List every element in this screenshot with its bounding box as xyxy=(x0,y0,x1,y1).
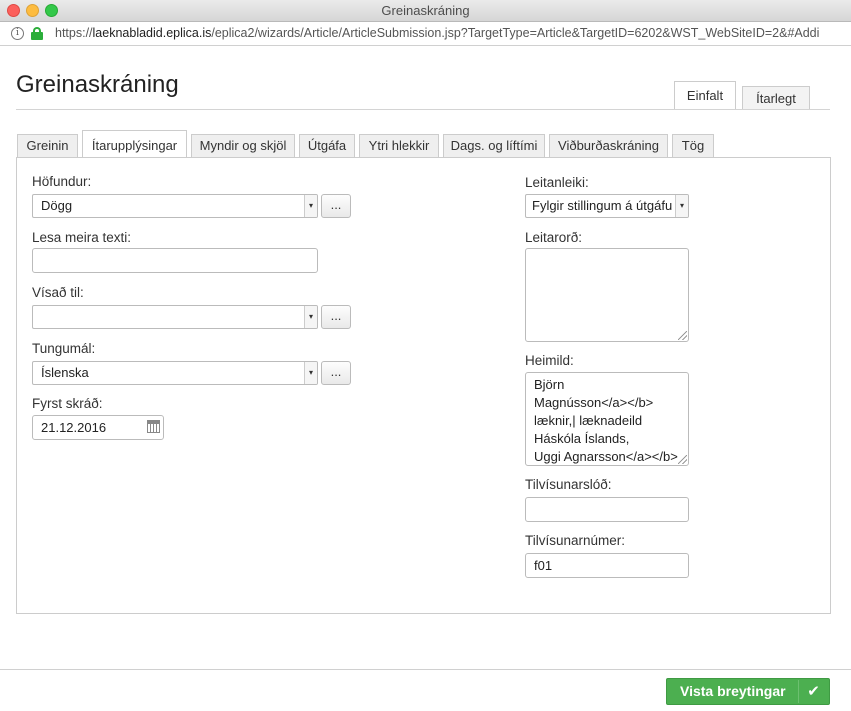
calendar-icon[interactable] xyxy=(147,420,160,433)
referred-to-label: Vísað til: xyxy=(32,285,84,300)
source-textarea[interactable]: Björn Magnússon</a></b> læknir,| læknade… xyxy=(525,372,689,466)
author-label: Höfundur: xyxy=(32,174,92,189)
resize-handle-icon[interactable] xyxy=(678,455,687,464)
reference-url-label: Tilvísunarslóð: xyxy=(525,477,612,492)
reference-number-label: Tilvísunarnúmer: xyxy=(525,533,626,548)
source-line: Háskóla Íslands, xyxy=(534,431,630,446)
referred-to-browse-button[interactable]: ... xyxy=(321,305,351,329)
window-close-button[interactable] xyxy=(7,4,20,17)
author-select[interactable]: Dögg ▾ xyxy=(32,194,318,218)
keywords-label: Leitarorð: xyxy=(525,230,583,245)
source-label: Heimild: xyxy=(525,353,574,368)
save-changes-label: Vista breytingar xyxy=(680,683,786,699)
mode-tab-simple[interactable]: Einfalt xyxy=(674,81,736,110)
window-maximize-button[interactable] xyxy=(45,4,58,17)
keywords-textarea[interactable] xyxy=(525,248,689,342)
window-minimize-button[interactable] xyxy=(26,4,39,17)
tab-tog[interactable]: Tög xyxy=(672,134,714,157)
tab-dags-og-liftimi[interactable]: Dags. og líftími xyxy=(443,134,545,157)
referred-to-select[interactable]: ▾ xyxy=(32,305,318,329)
title-divider xyxy=(16,109,830,110)
chevron-down-icon: ▾ xyxy=(304,362,317,384)
first-registered-label: Fyrst skráð: xyxy=(32,396,103,411)
save-changes-button[interactable]: Vista breytingar ✔ xyxy=(666,678,830,705)
tab-utgafa[interactable]: Útgáfa xyxy=(299,134,355,157)
first-registered-value: 21.12.2016 xyxy=(41,420,107,435)
tab-vidburdaskraning[interactable]: Viðburðaskráning xyxy=(549,134,668,157)
url-text[interactable]: https://laeknabladid.eplica.is/eplica2/w… xyxy=(55,22,819,45)
chevron-down-icon: ▾ xyxy=(675,195,688,217)
source-line: Magnússon</a></b> xyxy=(534,395,654,410)
searchability-value: Fylgir stillingum á útgáfu xyxy=(532,198,673,213)
reference-url-input[interactable] xyxy=(525,497,689,522)
url-host: laeknabladid.eplica.is xyxy=(92,26,212,40)
address-bar[interactable]: i https://laeknabladid.eplica.is/eplica2… xyxy=(0,22,851,46)
read-more-input[interactable] xyxy=(32,248,318,273)
chevron-down-icon: ▾ xyxy=(304,306,317,328)
mode-tab-advanced[interactable]: Ítarlegt xyxy=(742,86,810,110)
tab-greinin[interactable]: Greinin xyxy=(17,134,78,157)
author-value: Dögg xyxy=(41,198,73,213)
language-label: Tungumál: xyxy=(32,341,96,356)
tab-panel xyxy=(16,157,831,614)
page-title: Greinaskráning xyxy=(16,71,179,98)
first-registered-date-input[interactable]: 21.12.2016 xyxy=(32,415,164,440)
source-line: Björn xyxy=(534,377,565,392)
window-titlebar: Greinaskráning xyxy=(0,0,851,22)
tab-myndir-og-skjol[interactable]: Myndir og skjöl xyxy=(191,134,295,157)
author-browse-button[interactable]: ... xyxy=(321,194,351,218)
searchability-label: Leitanleiki: xyxy=(525,175,589,190)
footer-divider xyxy=(0,669,851,670)
language-browse-button[interactable]: ... xyxy=(321,361,351,385)
tab-itarupplysingar[interactable]: Ítarupplýsingar xyxy=(82,130,187,158)
url-path: /eplica2/wizards/Article/ArticleSubmissi… xyxy=(211,26,820,40)
url-scheme: https:// xyxy=(55,26,93,40)
chevron-down-icon: ▾ xyxy=(304,195,317,217)
source-line: læknir,| læknadeild xyxy=(534,413,643,428)
window-title: Greinaskráning xyxy=(381,3,470,18)
info-icon[interactable]: i xyxy=(11,27,24,40)
read-more-label: Lesa meira texti: xyxy=(32,230,132,245)
language-value: Íslenska xyxy=(41,365,89,380)
tab-ytri-hlekkir[interactable]: Ytri hlekkir xyxy=(359,134,439,157)
resize-handle-icon[interactable] xyxy=(678,331,687,340)
language-select[interactable]: Íslenska ▾ xyxy=(32,361,318,385)
searchability-select[interactable]: Fylgir stillingum á útgáfu ▾ xyxy=(525,194,689,218)
lock-icon xyxy=(31,27,43,40)
checkmark-icon: ✔ xyxy=(798,680,828,703)
reference-number-input[interactable]: f01 xyxy=(525,553,689,578)
source-line: Uggi Agnarsson</a></b> xyxy=(534,449,678,464)
